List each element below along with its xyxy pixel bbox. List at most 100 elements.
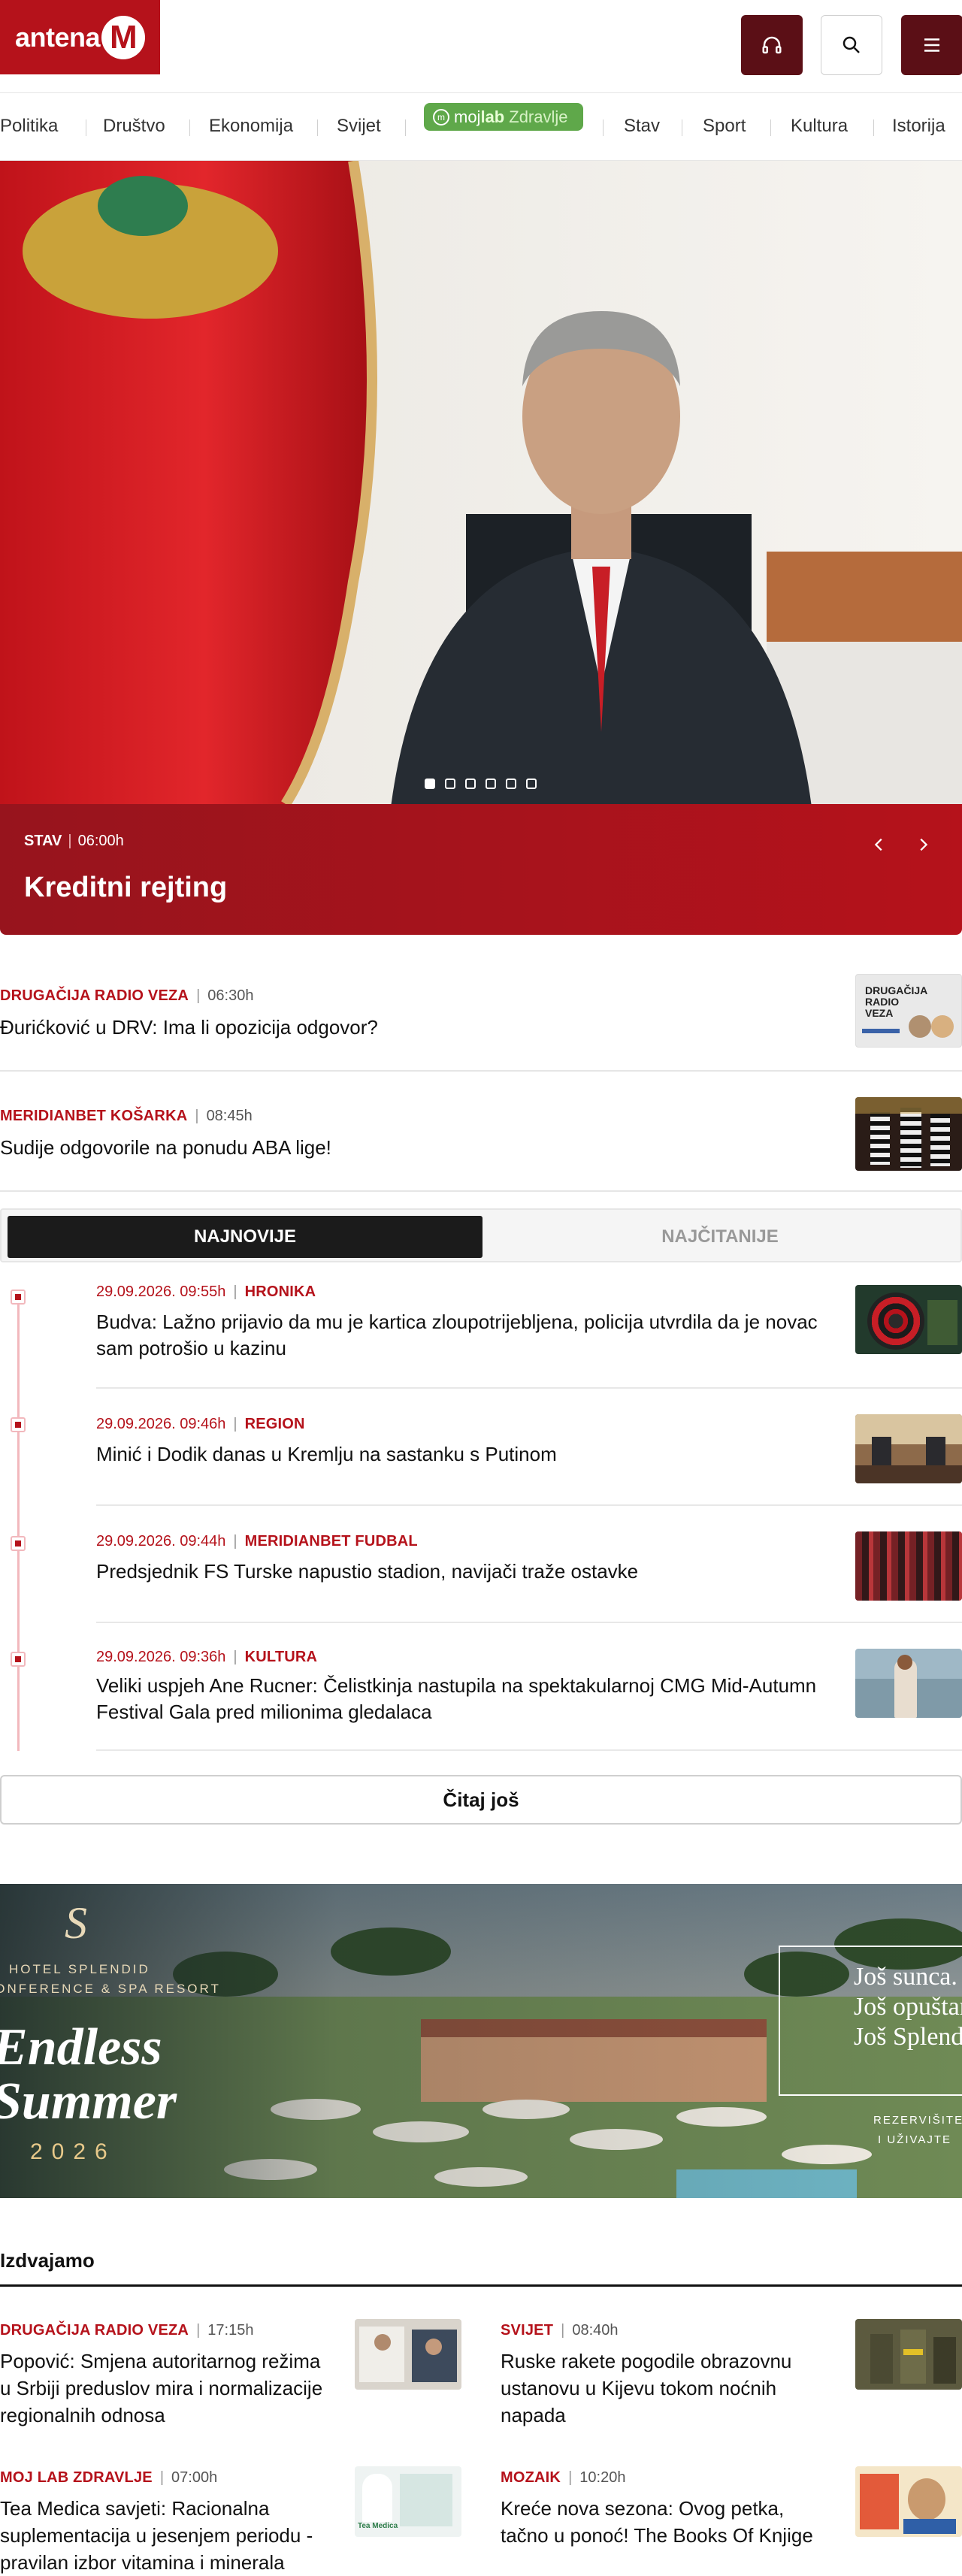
timeline-marker (11, 1536, 26, 1551)
timeline-thumbnail[interactable] (855, 1414, 962, 1483)
ad-cta-1[interactable]: REZERVIŠITE (873, 2114, 962, 2127)
timeline-title[interactable]: Predsjednik FS Turske napustio stadion, … (96, 1559, 818, 1585)
story-item[interactable]: DRUGAČIJA RADIO VEZA | 06:30h Đurićković u… (0, 951, 962, 1072)
slider-dot[interactable] (465, 779, 476, 789)
featured-item[interactable]: MOJ LAB ZDRAVLJE | 07:00h Tea Medica savje… (0, 2441, 466, 2576)
timeline-category[interactable]: REGION (245, 1416, 305, 1432)
featured-title[interactable]: Ruske rakete pogodile obrazovnu ustanovu… (501, 2348, 831, 2429)
hero-image[interactable] (0, 161, 962, 804)
timeline-thumbnail[interactable] (855, 1285, 962, 1354)
nav-divider (189, 119, 190, 136)
slider-dot[interactable] (526, 779, 537, 789)
slider-dot[interactable] (445, 779, 455, 789)
featured-title[interactable]: Tea Medica savjeti: Racionalna suplement… (0, 2495, 331, 2576)
site-logo[interactable]: antena M (0, 0, 160, 74)
nav-item-svijet[interactable]: Svijet (337, 114, 381, 138)
pill-brand-bold: lab (480, 107, 505, 126)
nav-item-mojlab-zdravlje[interactable]: m moj lab Zdravlje (424, 103, 583, 131)
hero-category[interactable]: STAV (24, 833, 62, 849)
ad-hotel-subtitle: CONFERENCE & SPA RESORT (0, 1982, 221, 1996)
nav-divider (603, 119, 604, 136)
timeline-body: 29.09.2026. 09:44h | MERIDIANBET FUDBAL Pr… (96, 1506, 962, 1623)
featured-item[interactable]: SVIJET | 08:40h Ruske rakete pogodile obra… (501, 2293, 962, 2429)
featured-item[interactable]: DRUGAČIJA RADIO VEZA | 17:15h Popović: Smj… (0, 2293, 466, 2429)
timeline-category[interactable]: HRONIKA (245, 1283, 316, 1300)
timeline-meta: 29.09.2026. 09:46h | REGION (96, 1416, 305, 1432)
hero-caption[interactable]: STAV | 06:00h Kreditni rejting (0, 804, 962, 935)
featured-time: 08:40h (572, 2322, 619, 2339)
timeline-meta: 29.09.2026. 09:44h | MERIDIANBET FUDBAL (96, 1533, 418, 1550)
story-thumbnail[interactable] (855, 1097, 962, 1171)
ad-cta-2[interactable]: I UŽIVAJTE (878, 2133, 951, 2146)
timeline-item[interactable]: 29.09.2026. 09:46h | REGION Minić i Dodik … (0, 1389, 962, 1506)
timeline-category[interactable]: KULTURA (245, 1649, 318, 1665)
ad-headline-1: Endless (0, 2018, 162, 2076)
section-divider (0, 2284, 962, 2287)
nav-item-drustvo[interactable]: Društvo (103, 114, 165, 138)
ad-headline-2: Summer (0, 2073, 177, 2130)
hero-slider[interactable]: STAV | 06:00h Kreditni rejting (0, 161, 962, 935)
story-item[interactable]: MERIDIANBET KOŠARKA | 08:45h Sudije odgovo… (0, 1072, 962, 1192)
load-more-button[interactable]: Čitaj još (0, 1775, 962, 1825)
nav-item-kultura[interactable]: Kultura (791, 114, 848, 138)
slider-dots (425, 779, 537, 789)
slider-dot[interactable] (486, 779, 496, 789)
thumbnail-text: Tea Medica (358, 2522, 398, 2530)
timeline-thumbnail[interactable] (855, 1649, 962, 1718)
timeline-item[interactable]: 29.09.2026. 09:44h | MERIDIANBET FUDBAL Pr… (0, 1506, 962, 1623)
timeline-title[interactable]: Budva: Lažno prijavio da mu je kartica z… (96, 1309, 818, 1362)
timeline-date: 29.09.2026. 09:36h (96, 1649, 226, 1665)
headphones-icon (762, 36, 782, 54)
ad-year: 2026 (30, 2139, 116, 2164)
hotel-advertisement[interactable]: S HOTEL SPLENDID CONFERENCE & SPA RESORT… (0, 1884, 962, 2198)
slider-prev-button[interactable] (864, 830, 894, 860)
radio-button[interactable] (741, 15, 803, 75)
story-category[interactable]: DRUGAČIJA RADIO VEZA (0, 987, 189, 1004)
featured-category[interactable]: SVIJET (501, 2322, 553, 2339)
featured-category[interactable]: MOJ LAB ZDRAVLJE (0, 2469, 153, 2486)
nav-divider (317, 119, 318, 136)
timeline-marker (11, 1652, 26, 1667)
timeline-meta: 29.09.2026. 09:36h | KULTURA (96, 1649, 318, 1665)
featured-category[interactable]: DRUGAČIJA RADIO VEZA (0, 2322, 189, 2339)
timeline-category[interactable]: MERIDIANBET FUDBAL (245, 1533, 418, 1550)
nav-item-istorija[interactable]: Istorija (892, 114, 945, 138)
tab-najcitanije[interactable]: NAJČITANIJE (483, 1216, 957, 1258)
search-icon (843, 36, 860, 53)
chevron-left-icon (874, 838, 882, 851)
featured-item[interactable]: MOZAIK | 10:20h Kreće nova sezona: Ovog pe… (501, 2441, 962, 2576)
ad-logo: S (65, 1898, 87, 1948)
story-title[interactable]: Đurićković u DRV: Ima li opozicija odgov… (0, 1016, 827, 1039)
story-title[interactable]: Sudije odgovorile na ponudu ABA lige! (0, 1136, 827, 1160)
slider-dot[interactable] (506, 779, 516, 789)
search-button[interactable] (821, 15, 882, 75)
featured-meta: SVIJET | 08:40h (501, 2322, 619, 2339)
nav-item-ekonomija[interactable]: Ekonomija (209, 114, 293, 138)
timeline-title[interactable]: Veliki uspjeh Ane Rucner: Čelistkinja na… (96, 1673, 818, 1725)
hero-title[interactable]: Kreditni rejting (24, 872, 227, 904)
tab-najnovije[interactable]: NAJNOVIJE (8, 1216, 483, 1258)
story-category[interactable]: MERIDIANBET KOŠARKA (0, 1108, 187, 1124)
thumbnail-text: DRUGAČIJA RADIO VEZA (865, 984, 927, 1019)
slider-dot[interactable] (425, 779, 435, 789)
timeline-meta: 29.09.2026. 09:55h | HRONIKA (96, 1283, 316, 1300)
timeline-title[interactable]: Minić i Dodik danas u Kremlju na sastank… (96, 1441, 818, 1468)
menu-button[interactable] (901, 15, 962, 75)
timeline-item[interactable]: 29.09.2026. 09:36h | KULTURA Veliki uspjeh… (0, 1623, 962, 1751)
featured-thumbnail[interactable] (855, 2466, 962, 2537)
nav-item-sport[interactable]: Sport (703, 114, 746, 138)
featured-title[interactable]: Popović: Smjena autoritarnog režima u Sr… (0, 2348, 331, 2429)
nav-item-politika[interactable]: Politika (0, 114, 58, 138)
story-thumbnail[interactable]: DRUGAČIJA RADIO VEZA (855, 974, 962, 1048)
timeline-item[interactable]: 29.09.2026. 09:55h | HRONIKA Budva: Lažno … (0, 1271, 962, 1389)
featured-thumbnail[interactable] (355, 2319, 461, 2390)
featured-thumbnail[interactable]: Tea Medica (355, 2466, 461, 2537)
featured-category[interactable]: MOZAIK (501, 2469, 561, 2486)
timeline-date: 29.09.2026. 09:44h (96, 1533, 226, 1550)
slider-next-button[interactable] (908, 830, 938, 860)
featured-title[interactable]: Kreće nova sezona: Ovog petka, tačno u p… (501, 2495, 831, 2549)
nav-item-stav[interactable]: Stav (624, 114, 660, 138)
ad-slogan-line: Još sunca. (854, 1963, 957, 1991)
featured-thumbnail[interactable] (855, 2319, 962, 2390)
timeline-thumbnail[interactable] (855, 1531, 962, 1601)
